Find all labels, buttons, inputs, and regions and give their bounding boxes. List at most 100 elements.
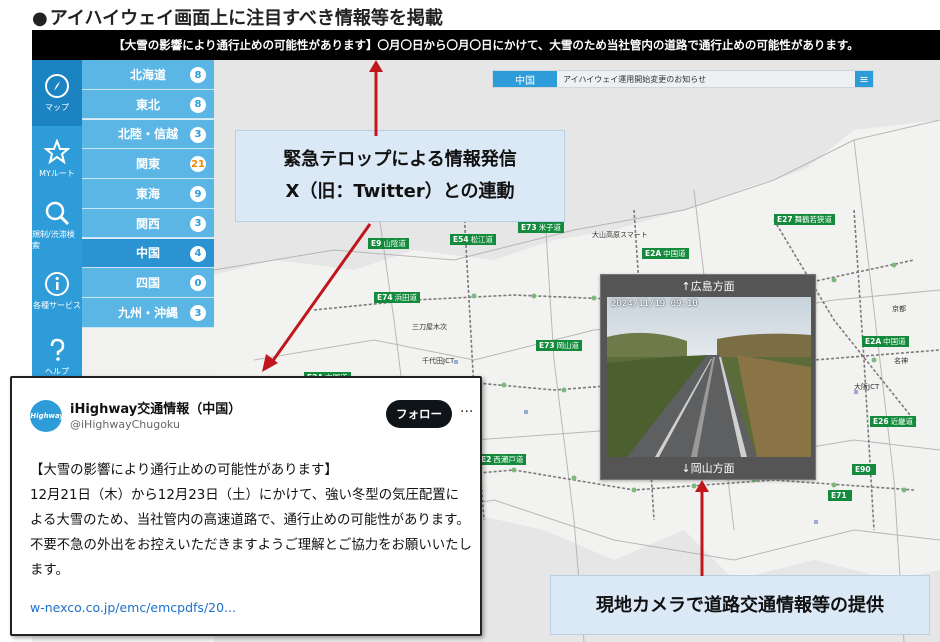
x-post-card: iHighway iHighway交通情報（中国） @iHighwayChugo… <box>10 376 482 636</box>
post-line: 12月21日（木）から12月23日（土）にかけて、強い冬型の気圧配置に <box>30 488 460 503</box>
region-item-tohoku[interactable]: 東北 8 <box>82 89 214 120</box>
camera-popup[interactable]: ↑広島方面 2024/11/19 09:10 ↓岡山方面 <box>600 274 816 480</box>
road-tag[interactable]: E26 近畿道 <box>870 416 917 427</box>
region-item-hokkaido[interactable]: 北海道 8 <box>82 60 214 90</box>
compass-icon <box>45 74 69 98</box>
notice-bar: 中国 アイハイウェイ運用開始変更のお知らせ ≡ <box>492 70 874 88</box>
region-count-badge: 3 <box>190 305 206 321</box>
road-code: E2A <box>865 337 882 346</box>
post-line: 不要不急の外出をお控えいただきますようご理解とご協力をお願いいたし <box>30 538 472 553</box>
road-name: 西瀬戸道 <box>493 455 524 464</box>
page-heading: ● アイハイウェイ画面上に注目すべき情報等を掲載 <box>32 4 443 30</box>
more-options-icon[interactable]: ··· <box>460 404 473 420</box>
callout-line: X（旧：Twitter）との連動 <box>285 181 515 202</box>
road-tag[interactable]: E54 松江道 <box>450 234 497 245</box>
region-item-chugoku[interactable]: 中国 4 <box>82 238 214 268</box>
rail-map[interactable]: マップ <box>32 60 82 126</box>
map-place-label: 大山高原スマート <box>592 231 648 239</box>
road-name: 米子道 <box>538 223 562 232</box>
region-name: 北海道 <box>129 67 166 82</box>
region-count-badge: 3 <box>190 126 206 143</box>
callout-line: 緊急テロップによる情報発信 <box>283 149 517 170</box>
region-item-kanto[interactable]: 関東 21 <box>82 149 214 179</box>
region-name: 九州・沖縄 <box>117 305 178 320</box>
arrow-to-camera <box>695 480 709 576</box>
region-item-kyushu[interactable]: 九州・沖縄 3 <box>82 298 214 328</box>
camera-timestamp: 2024/11/19 09:10 <box>611 299 698 309</box>
region-count-badge: 21 <box>190 156 206 173</box>
road-code: E26 <box>873 417 889 426</box>
star-icon <box>44 139 70 165</box>
road-tag[interactable]: E2A中国道 <box>862 336 909 347</box>
camera-direction-bottom: ↓岡山方面 <box>601 457 815 479</box>
rail-label: MYルート <box>39 169 75 178</box>
region-count-badge: 3 <box>190 215 206 232</box>
region-list: 北海道 8 東北 8 北陸・信越 3 関東 21 東海 9 関西 3 中国 4 四国 0 九州・… <box>82 60 214 328</box>
callout-camera: 現地カメラで道路交通情報等の提供 <box>550 575 930 635</box>
follow-button[interactable]: フォロー <box>386 400 452 428</box>
region-item-hokuriku[interactable]: 北陸・信越 3 <box>82 119 214 149</box>
road-tag[interactable]: E73 米子道 <box>518 222 565 233</box>
region-count-badge: 0 <box>190 275 206 292</box>
map-place-label: 京都 <box>892 305 906 313</box>
rail-myroute[interactable]: MYルート <box>32 126 82 192</box>
region-name: 東海 <box>135 186 160 201</box>
icon-rail: マップ MYルート 規制/渋滞検索 各種サービス ヘルプ <box>32 60 82 390</box>
road-name: 中国道 <box>883 337 906 346</box>
rail-search[interactable]: 規制/渋滞検索 <box>32 192 82 258</box>
region-count-badge: 9 <box>190 186 206 202</box>
help-icon <box>50 338 65 361</box>
heading-bullet: ● <box>32 8 48 29</box>
rail-label: マップ <box>45 103 69 112</box>
road-code: E90 <box>855 465 871 474</box>
road-tag[interactable]: E2A中国道 <box>642 248 689 259</box>
road-tag[interactable]: E27 舞鶴若狭道 <box>774 214 836 225</box>
road-code: E71 <box>831 491 847 500</box>
notice-region-tab[interactable]: 中国 <box>493 71 557 87</box>
post-line: 【大雪の影響により通行止めの可能性があります】 <box>30 463 338 478</box>
map-place-label: 千代田JCT <box>422 357 455 365</box>
road-code: E54 <box>453 235 469 244</box>
road-tag[interactable]: E90 <box>852 464 876 475</box>
avatar[interactable]: iHighway <box>28 400 64 432</box>
road-name: 中国道 <box>663 249 686 258</box>
account-handle[interactable]: @iHighwayChugoku <box>70 418 180 431</box>
region-item-kansai[interactable]: 関西 3 <box>82 208 214 239</box>
menu-icon[interactable]: ≡ <box>855 71 873 87</box>
road-name: 岡山道 <box>556 341 580 350</box>
rail-label: 規制/渋滞検索 <box>32 229 75 250</box>
road-code: E73 <box>539 341 555 350</box>
road-name: 近畿道 <box>890 417 914 426</box>
info-icon <box>45 272 69 296</box>
arrow-to-tweet <box>262 223 372 372</box>
region-name: 関西 <box>135 216 160 231</box>
region-name: 北陸・信越 <box>117 127 178 142</box>
region-name: 中国 <box>135 246 160 261</box>
road-code: E2 <box>481 455 492 464</box>
region-name: 関東 <box>135 157 160 171</box>
road-name: 舞鶴若狭道 <box>794 215 833 224</box>
account-name[interactable]: iHighway交通情報（中国） <box>70 398 241 417</box>
road-tag[interactable]: E2 西瀬戸道 <box>478 454 527 465</box>
map-place-label: 三刀屋木次 <box>412 323 447 331</box>
road-tag[interactable]: E73 岡山道 <box>536 340 583 351</box>
road-tag[interactable]: E71 <box>828 490 852 501</box>
road-tag[interactable]: E74 浜田道 <box>374 292 421 303</box>
heading-text: アイハイウェイ画面上に注目すべき情報等を掲載 <box>49 8 443 29</box>
notice-text[interactable]: アイハイウェイ運用開始変更のお知らせ <box>557 71 855 87</box>
region-name: 四国 <box>135 276 160 290</box>
camera-image: 2024/11/19 09:10 <box>607 297 811 457</box>
road-code: E27 <box>777 215 793 224</box>
arrow-to-ticker <box>369 60 383 136</box>
road-name: 山陰道 <box>383 239 406 248</box>
emergency-ticker[interactable]: 【大雪の影響により通行止めの可能性があります】〇月〇日から〇月〇日にかけて、大雪… <box>32 30 940 60</box>
rail-services[interactable]: 各種サービス <box>32 258 82 324</box>
camera-direction-top: ↑広島方面 <box>601 275 815 297</box>
region-item-shikoku[interactable]: 四国 0 <box>82 268 214 298</box>
region-count-badge: 4 <box>190 245 206 262</box>
post-line: よる大雪のため、当社管内の高速道路で、通行止めの可能性があります。 <box>30 513 470 528</box>
region-name: 東北 <box>135 97 160 112</box>
region-item-tokai[interactable]: 東海 9 <box>82 179 214 209</box>
post-link[interactable]: w-nexco.co.jp/emc/emcpdfs/20... <box>30 600 236 615</box>
map-place-label: 名神 <box>894 357 908 365</box>
